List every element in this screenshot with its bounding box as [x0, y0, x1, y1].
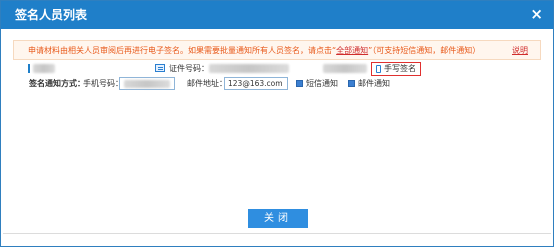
sign-personnel-dialog: 签名人员列表 × 申请材料由相关人员审阅后再进行电子签名。如果需要批量通知所有人… [0, 0, 554, 247]
sms-notify-label[interactable]: 短信通知 [306, 79, 338, 89]
handwrite-sign-button[interactable]: 手写签名 [371, 62, 421, 76]
id-number-label: 证件号码： [169, 64, 209, 73]
phone-number-redacted [124, 80, 170, 88]
mail-notify-icon[interactable] [348, 80, 355, 87]
id-number-redacted [209, 64, 289, 73]
person-info-redacted [323, 64, 367, 73]
notify-row: 签名通知方式： 手机号码： 邮件地址： 短信通知 邮件通知 [23, 77, 543, 91]
mail-notify-label[interactable]: 邮件通知 [358, 79, 390, 89]
dialog-titlebar: 签名人员列表 × [1, 1, 553, 29]
notice-text-after: ”（可支持短信通知，邮件通知） [368, 46, 481, 55]
footer-divider [3, 233, 551, 234]
person-name-redacted [33, 64, 55, 73]
person-row: 证件号码： 手写签名 [23, 62, 543, 77]
close-button[interactable]: 关闭 [248, 209, 308, 228]
notice-banner: 申请材料由相关人员审阅后再进行电子签名。如果需要批量通知所有人员签名，请点击“全… [13, 40, 541, 60]
email-input[interactable] [224, 77, 288, 90]
phone-label: 手机号码： [83, 79, 123, 88]
id-card-icon [155, 64, 165, 72]
notice-text-before: 申请材料由相关人员审阅后再进行电子签名。如果需要批量通知所有人员签名，请点击“ [28, 46, 337, 55]
help-link[interactable]: 说明 [512, 45, 528, 56]
person-marker [28, 64, 30, 73]
close-icon[interactable]: × [530, 5, 543, 23]
phone-icon [376, 65, 381, 73]
sms-notify-icon[interactable] [296, 80, 303, 87]
phone-input[interactable] [119, 77, 175, 90]
notice-text: 申请材料由相关人员审阅后再进行电子签名。如果需要批量通知所有人员签名，请点击“全… [28, 45, 480, 56]
notify-all-link[interactable]: 全部通知 [336, 46, 368, 55]
email-label: 邮件地址： [187, 79, 227, 88]
dialog-title: 签名人员列表 [15, 8, 88, 22]
notify-method-label: 签名通知方式： [29, 79, 85, 88]
handwrite-sign-label: 手写签名 [384, 64, 416, 73]
